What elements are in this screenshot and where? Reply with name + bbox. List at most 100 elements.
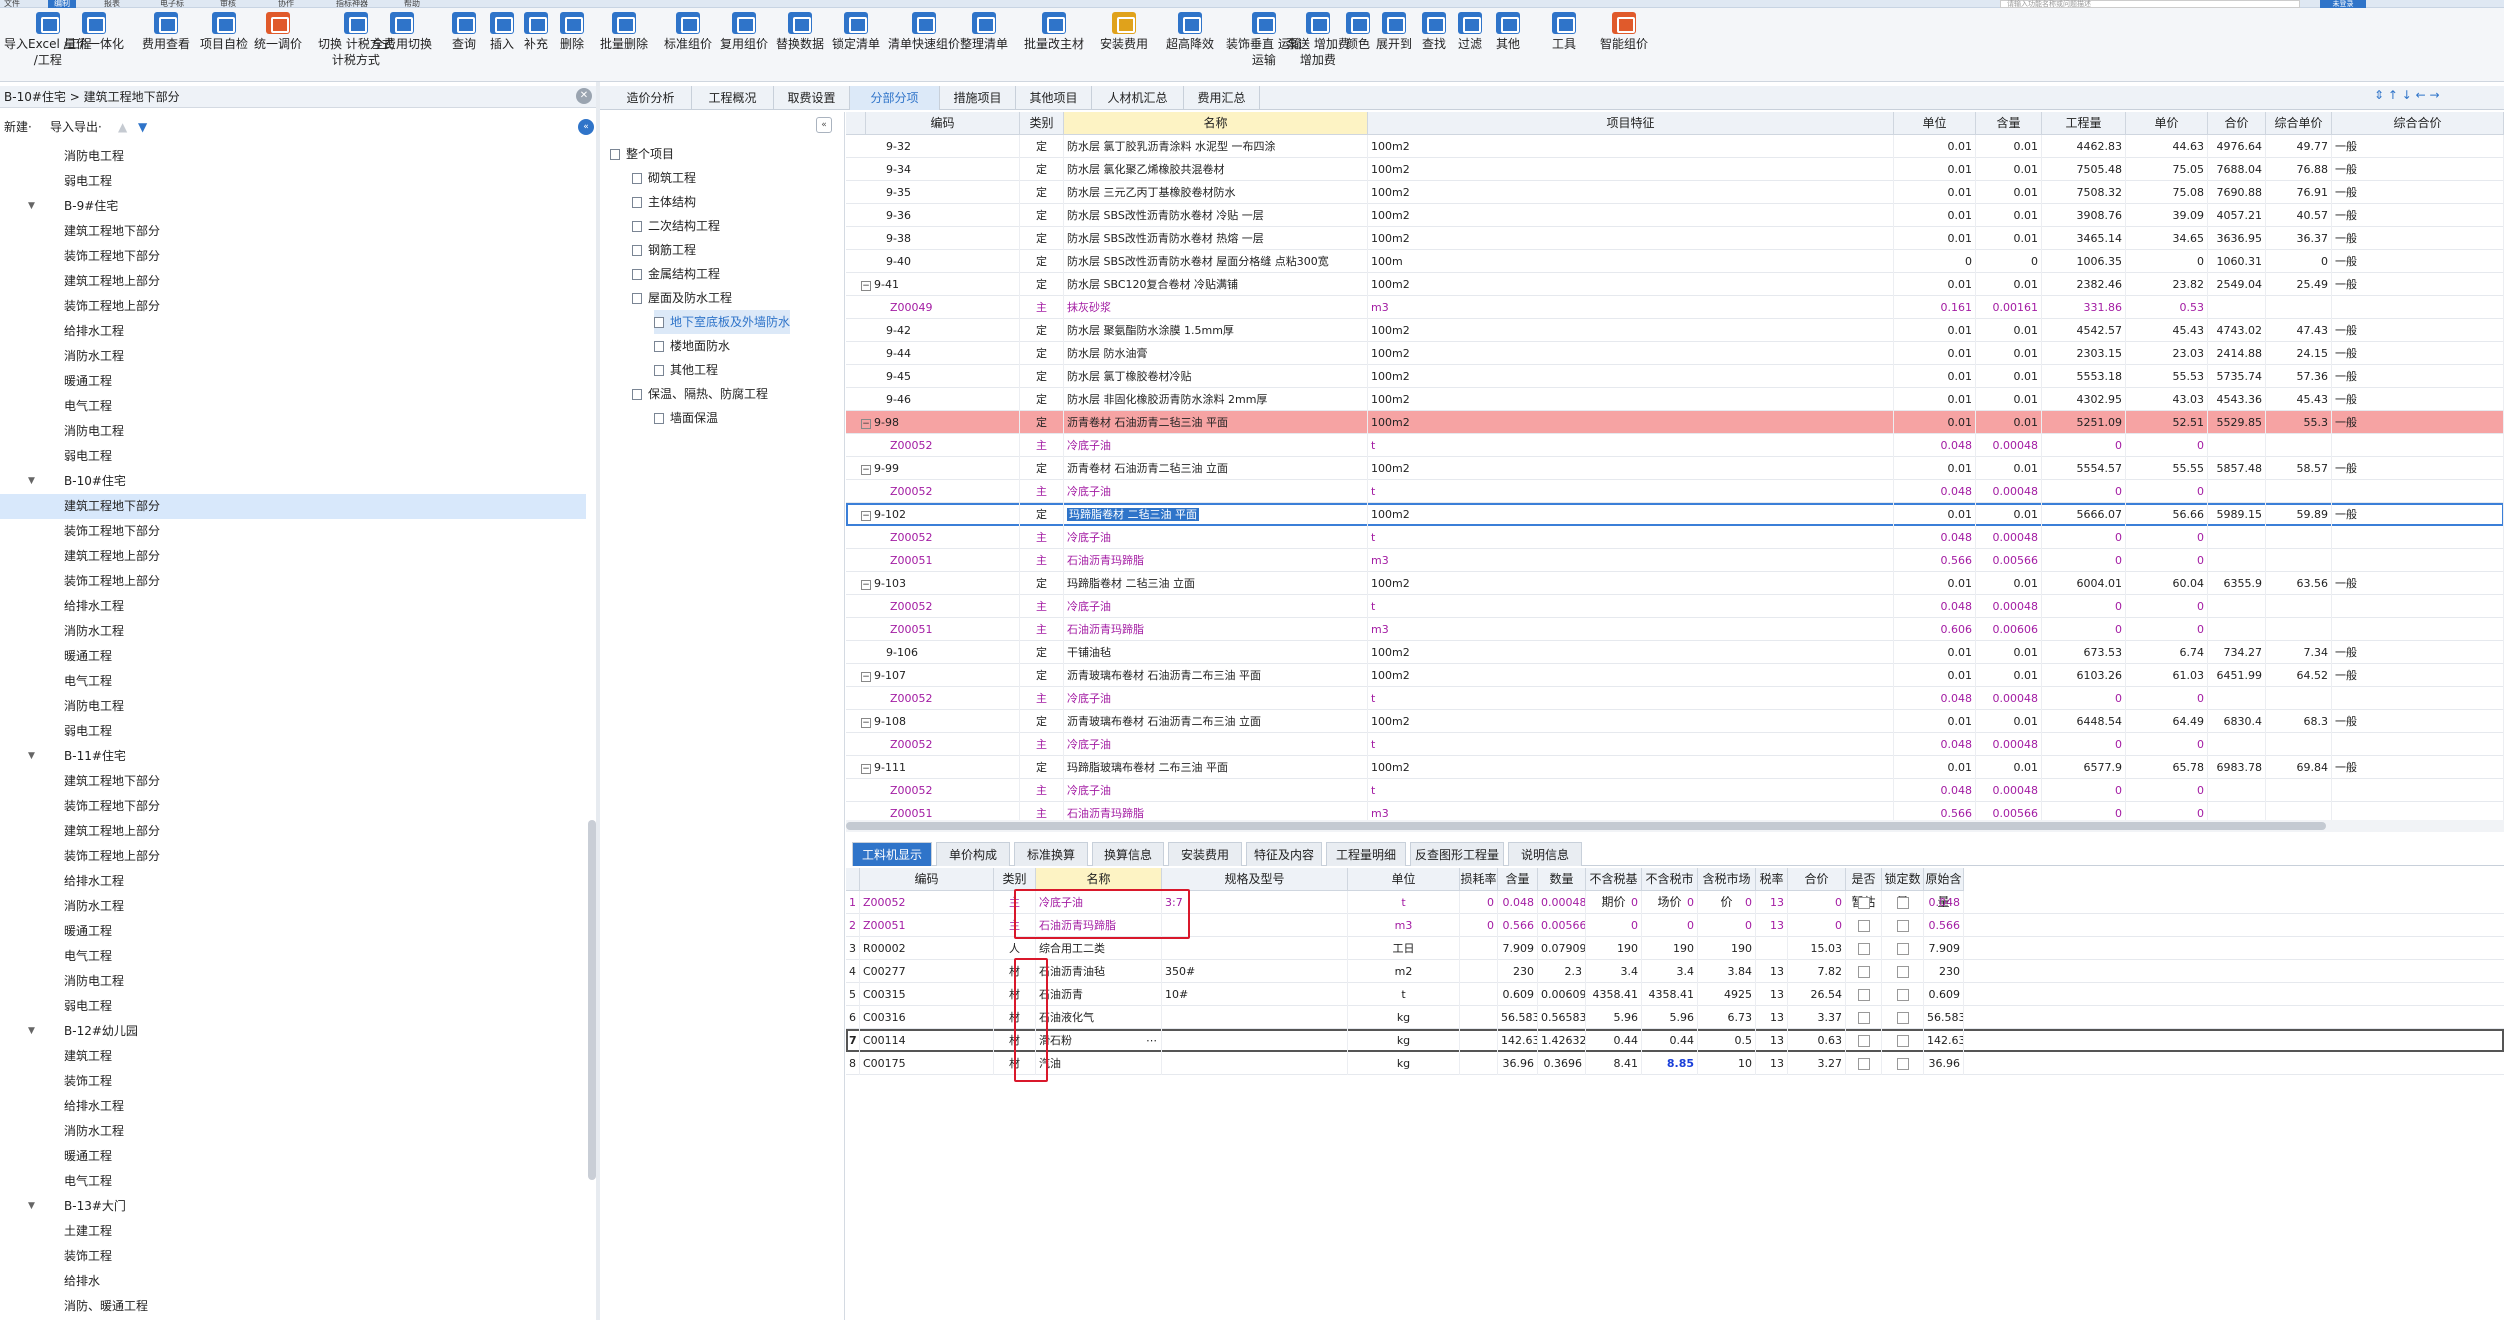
grid-cell[interactable]: 69.84 [2266,756,2332,779]
resource-cell[interactable] [1882,983,1924,1006]
toolbar-button[interactable]: 补充 [524,12,548,52]
grid-cell[interactable] [2266,779,2332,802]
grid-cell[interactable]: −9-99 [846,457,1020,480]
grid-cell[interactable]: 100m2 [1368,204,1894,227]
grid-cell[interactable]: 75.08 [2126,181,2208,204]
resource-cell[interactable]: Z00052 [860,891,994,914]
tree-item[interactable]: 土建工程 [0,1219,586,1244]
grid-cell[interactable] [2208,595,2266,618]
resource-cell[interactable]: 13 [1756,1052,1788,1075]
section-tree-item[interactable]: 其他工程 [654,358,718,382]
grid-row[interactable]: 9-46 定防水层 非固化橡胶沥青防水涂料 2mm厚 100m2 0.01 0.01 43… [846,388,2504,411]
resource-cell[interactable] [1882,1052,1924,1075]
grid-cell[interactable]: 一般 [2332,365,2504,388]
grid-cell[interactable]: 64.49 [2126,710,2208,733]
grid-cell[interactable]: 9-44 [846,342,1020,365]
grid-cell[interactable]: Z00052 [846,779,1020,802]
chevron-down-icon[interactable]: ▼ [28,469,35,494]
toolbar-button[interactable]: 替换数据 [776,12,824,52]
grid-cell[interactable] [2208,733,2266,756]
toolbar-button[interactable]: 过滤 [1458,12,1482,52]
grid-cell[interactable] [2208,618,2266,641]
grid-cell[interactable] [2266,595,2332,618]
horizontal-scrollbar[interactable] [846,820,2504,832]
tree-item[interactable]: 装饰工程 [0,1069,586,1094]
resource-cell[interactable] [1882,960,1924,983]
grid-cell[interactable]: 4543.36 [2208,388,2266,411]
toolbar-button[interactable]: 智能组价 [1600,12,1648,52]
grid-cell[interactable]: 玛蹄脂玻璃布卷材 二布三油 平面 [1064,756,1368,779]
grid-cell[interactable]: 0 [2042,687,2126,710]
grid-cell[interactable] [2332,549,2504,572]
tree-item[interactable]: 给排水工程 [0,319,586,344]
grid-cell[interactable]: 玛蹄脂卷材 二毡三油 立面 [1064,572,1368,595]
grid-cell[interactable]: 100m2 [1368,664,1894,687]
resource-cell[interactable] [1162,937,1348,960]
grid-cell[interactable]: 7.34 [2266,641,2332,664]
resource-cell[interactable]: 0 [1642,914,1698,937]
grid-cell[interactable]: 0.01 [1894,135,1976,158]
chevron-down-icon[interactable]: ▼ [28,1019,35,1044]
grid-cell[interactable]: 0.01 [1976,457,2042,480]
grid-cell[interactable]: 干铺油毡 [1064,641,1368,664]
grid-row[interactable]: Z00052 主冷底子油 t 0.048 0.00048 0 0 [846,480,2504,503]
grid-cell[interactable]: 673.53 [2042,641,2126,664]
resource-cell[interactable]: 0 [1698,914,1756,937]
grid-cell[interactable]: t [1368,733,1894,756]
grid-cell[interactable]: 5666.07 [2042,503,2126,526]
grid-cell[interactable]: 一般 [2332,641,2504,664]
resource-cell[interactable] [1460,1006,1498,1029]
toolbar-button[interactable]: 标准组价 [664,12,712,52]
grid-cell[interactable]: 61.03 [2126,664,2208,687]
grid-cell[interactable]: 0.53 [2126,296,2208,319]
resource-cell[interactable]: 190 [1642,937,1698,960]
grid-cell[interactable]: 0.00566 [1976,549,2042,572]
tree-item[interactable]: 装饰工程地上部分 [0,294,586,319]
grid-row[interactable]: Z00052 主冷底子油 t 0.048 0.00048 0 0 [846,779,2504,802]
grid-cell[interactable]: 5251.09 [2042,411,2126,434]
tab-7[interactable]: 费用汇总 [1184,86,1260,110]
grid-cell[interactable] [2332,733,2504,756]
grid-cell[interactable]: 0 [2126,250,2208,273]
detail-tab[interactable]: 说明信息 [1508,842,1582,866]
grid-cell[interactable]: 23.82 [2126,273,2208,296]
grid-cell[interactable]: 一般 [2332,158,2504,181]
grid-cell[interactable]: 防水层 SBS改性沥青防水卷材 屋面分格缝 点粘300宽 [1064,250,1368,273]
grid-cell[interactable]: 一般 [2332,250,2504,273]
grid-row[interactable]: Z00052 主冷底子油 t 0.048 0.00048 0 0 [846,434,2504,457]
resource-cell[interactable]: 0.44 [1642,1029,1698,1052]
toolbar-button[interactable]: 复用组价 [720,12,768,52]
grid-cell[interactable]: 0.00048 [1976,480,2042,503]
toolbar-button[interactable]: 超高降效 [1166,12,1214,52]
resource-row[interactable]: 4 C00277 材石油沥青油毡 350# m2 230 2.3 3.4 3.4 3.84 13 7.… [846,960,2504,983]
collapse-all-icon[interactable]: « [578,119,594,135]
grid-cell[interactable]: 0.01 [1894,641,1976,664]
checkbox[interactable] [1857,1058,1870,1070]
tree-item[interactable]: 给排水工程 [0,1094,586,1119]
grid-cell[interactable]: 0 [2042,779,2126,802]
grid-cell[interactable]: 0.00161 [1976,296,2042,319]
grid-cell[interactable]: 100m2 [1368,756,1894,779]
grid-row[interactable]: 9-38 定防水层 SBS改性沥青防水卷材 热熔 一层 100m2 0.01 0.01 3… [846,227,2504,250]
grid-cell[interactable]: Z00051 [846,549,1020,572]
grid-cell[interactable]: 0 [2042,802,2126,820]
menu-item[interactable]: 电子标 [160,0,184,8]
tree-item[interactable]: 建筑工程地下部分 [0,769,586,794]
grid-cell[interactable]: 49.77 [2266,135,2332,158]
grid-row[interactable]: Z00051 主石油沥青玛蹄脂 m3 0.606 0.00606 0 0 [846,618,2504,641]
grid-cell[interactable]: 冷底子油 [1064,779,1368,802]
grid-cell[interactable]: 6451.99 [2208,664,2266,687]
resource-cell[interactable]: 5.96 [1642,1006,1698,1029]
close-icon[interactable]: ✕ [576,88,592,104]
grid-cell[interactable]: 5529.85 [2208,411,2266,434]
resource-cell[interactable]: 13 [1756,1029,1788,1052]
resource-cell[interactable]: 7 [846,1029,860,1052]
grid-cell[interactable] [2266,618,2332,641]
grid-cell[interactable]: 331.86 [2042,296,2126,319]
grid-cell[interactable]: 6355.9 [2208,572,2266,595]
grid-row[interactable]: −9-111 定玛蹄脂玻璃布卷材 二布三油 平面 100m2 0.01 0.01 6577… [846,756,2504,779]
grid-cell[interactable]: Z00051 [846,618,1020,641]
toolbar-button[interactable]: 批量改主材 [1024,12,1084,52]
grid-cell[interactable]: 9-106 [846,641,1020,664]
grid-cell[interactable]: 3465.14 [2042,227,2126,250]
